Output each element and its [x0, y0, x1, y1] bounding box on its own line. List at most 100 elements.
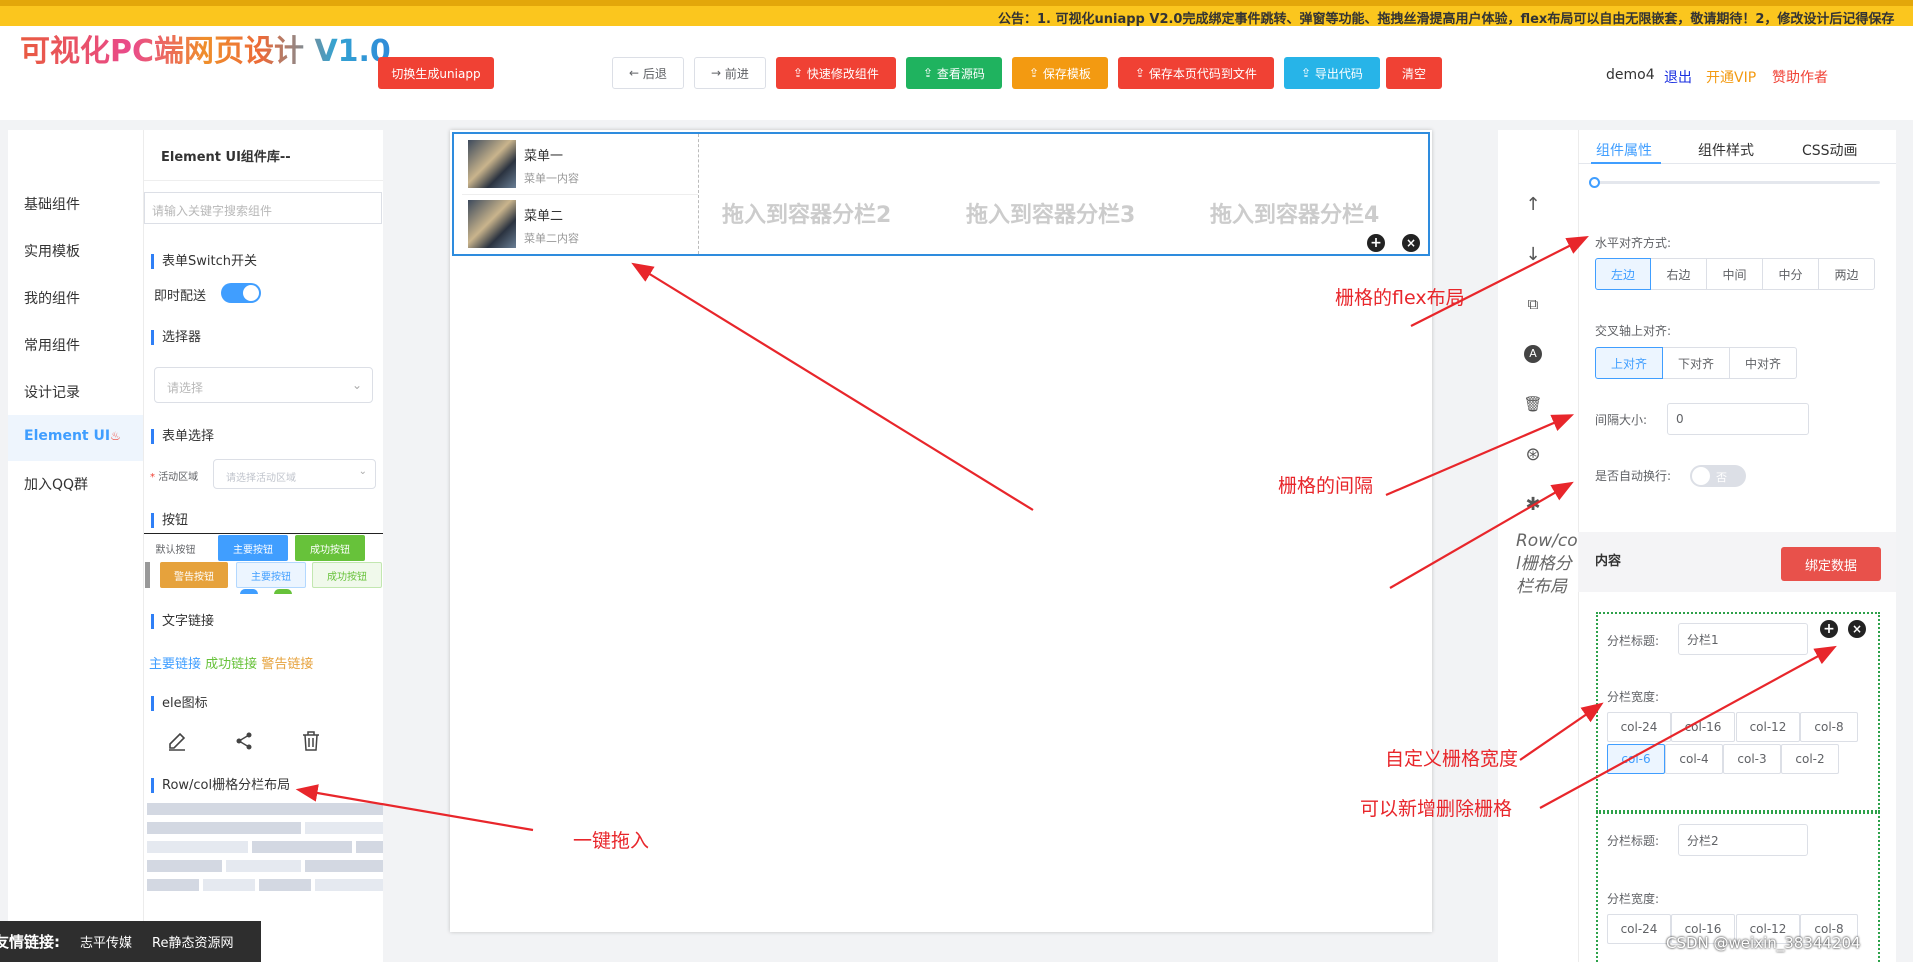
width-col-8[interactable]: col-8 [1800, 712, 1858, 742]
share-icon[interactable] [233, 730, 255, 752]
nav-item-qq-group[interactable]: 加入QQ群 [24, 474, 88, 494]
friend-link[interactable]: Re静态资源网 [152, 932, 233, 951]
divider [462, 194, 698, 195]
settings-icon[interactable]: ✱ [1523, 494, 1543, 515]
success-link[interactable]: 成功链接 [205, 657, 257, 672]
drop-zone-4[interactable]: 拖入到容器分栏4 [1210, 197, 1379, 229]
gap-label: 间隔大小: [1595, 413, 1648, 427]
add-icon[interactable]: + [1367, 234, 1385, 252]
primary-link[interactable]: 主要链接 [149, 657, 201, 672]
add-col-icon[interactable]: + [1820, 620, 1838, 638]
forward-button[interactable]: → 前进 [694, 57, 766, 89]
save-file-button[interactable]: ⇪ 保存本页代码到文件 [1118, 57, 1274, 89]
section-title: 表单Switch开关 [151, 254, 257, 269]
nav-item-templates[interactable]: 实用模板 [24, 241, 80, 261]
friend-link[interactable]: 志平传媒 [80, 932, 132, 951]
v-align-bottom[interactable]: 下对齐 [1662, 347, 1730, 379]
quick-edit-button[interactable]: ⇪ 快速修改组件 [776, 57, 896, 89]
chevron-down-icon: ⌄ [351, 378, 362, 392]
delete-icon[interactable] [300, 730, 322, 752]
edit-icon[interactable] [166, 730, 188, 752]
section-title: 选择器 [151, 330, 201, 345]
nav-item-common[interactable]: 常用组件 [24, 335, 80, 355]
width-col-12[interactable]: col-12 [1736, 712, 1800, 742]
success-button[interactable]: 成功按钮 [295, 535, 365, 561]
width-col-24[interactable]: col-24 [1607, 914, 1671, 944]
section-title: 表单选择 [151, 429, 214, 444]
h-align-between[interactable]: 中分 [1762, 258, 1819, 290]
chevron-down-icon: ⌄ [358, 466, 367, 477]
form-label: * 活动区域 [150, 472, 199, 483]
delete-col-icon[interactable]: × [1848, 620, 1866, 638]
tab-properties[interactable]: 组件属性 [1596, 140, 1652, 160]
nav-item-history[interactable]: 设计记录 [24, 382, 80, 402]
warning-link[interactable]: 警告链接 [261, 657, 313, 672]
upload-icon: ⇪ [923, 66, 937, 80]
grid-col-1[interactable]: 菜单一 菜单一内容 菜单二 菜单二内容 [454, 134, 699, 254]
view-source-button[interactable]: ⇪ 查看源码 [906, 57, 1002, 89]
form-select-input[interactable]: 请选择活动区域 ⌄ [213, 459, 376, 489]
v-align-middle[interactable]: 中对齐 [1729, 347, 1797, 379]
clear-button[interactable]: 清空 [1386, 57, 1442, 89]
export-code-button[interactable]: ⇪ 导出代码 [1284, 57, 1380, 89]
nav-item-basic[interactable]: 基础组件 [24, 194, 80, 214]
username: demo4 [1606, 67, 1655, 83]
sponsor-link[interactable]: 赞助作者 [1772, 67, 1828, 87]
drop-zone-2[interactable]: 拖入到容器分栏2 [722, 197, 891, 229]
default-button[interactable]: 默认按钮 [148, 535, 203, 561]
col-title-label: 分栏标题: [1607, 834, 1660, 848]
library-search-input[interactable]: 请输入关键字搜索组件 [144, 192, 382, 224]
trash-icon[interactable]: 🗑 [1523, 394, 1543, 414]
bind-data-button[interactable]: 绑定数据 [1781, 547, 1881, 581]
move-up-icon[interactable]: ↑ [1523, 194, 1543, 215]
col-title-input[interactable]: 分栏1 [1678, 623, 1808, 655]
select-input[interactable]: 请选择 ⌄ [154, 367, 373, 403]
move-down-icon[interactable]: ↓ [1523, 244, 1543, 265]
warning-button[interactable]: 警告按钮 [160, 562, 228, 588]
upload-icon: ⇪ [1029, 66, 1043, 80]
tab-css-animation[interactable]: CSS动画 [1802, 140, 1858, 160]
app-icon[interactable]: A [1523, 344, 1543, 364]
primary-button[interactable]: 主要按钮 [218, 535, 288, 561]
logout-link[interactable]: 退出 [1664, 67, 1692, 87]
back-button[interactable]: ← 后退 [612, 57, 684, 89]
gap-input[interactable]: 0 [1667, 403, 1809, 435]
copy-icon[interactable]: ⧉ [1523, 294, 1543, 314]
v-align-top[interactable]: 上对齐 [1595, 347, 1663, 379]
nav-item-element-ui[interactable]: Element UI♨ [24, 428, 121, 444]
h-align-right[interactable]: 右边 [1650, 258, 1707, 290]
width-col-24[interactable]: col-24 [1607, 712, 1671, 742]
section-title: Row/col栅格分栏布局 [151, 778, 290, 793]
aperture-icon[interactable]: ⊛ [1523, 444, 1543, 465]
circle-button-peek [274, 589, 292, 594]
grid-row[interactable]: 菜单一 菜单一内容 菜单二 菜单二内容 拖入到容器分栏2 拖入到容器分栏3 拖入… [452, 132, 1430, 256]
width-col-4[interactable]: col-4 [1665, 744, 1723, 774]
grid-layout-preview[interactable] [147, 803, 383, 895]
col-title-input[interactable]: 分栏2 [1678, 824, 1808, 856]
annotation-drag: 一键拖入 [573, 830, 650, 852]
friend-links-bar: 友情链接: 志平传媒 Re静态资源网 [0, 921, 261, 962]
width-col-2[interactable]: col-2 [1781, 744, 1839, 774]
nav-item-my-components[interactable]: 我的组件 [24, 288, 80, 308]
close-icon[interactable]: × [1402, 234, 1420, 252]
slider-handle[interactable] [1589, 177, 1600, 188]
vip-link[interactable]: 开通VIP [1706, 67, 1756, 87]
drop-zone-3[interactable]: 拖入到容器分栏3 [966, 197, 1135, 229]
wrap-toggle[interactable]: 否 [1690, 465, 1746, 487]
h-align-around[interactable]: 两边 [1818, 258, 1875, 290]
width-col-6[interactable]: col-6 [1607, 744, 1665, 774]
switch-toggle[interactable] [221, 283, 261, 303]
width-col-3[interactable]: col-3 [1723, 744, 1781, 774]
success-plain-button[interactable]: 成功按钮 [312, 562, 382, 588]
width-col-16[interactable]: col-16 [1671, 712, 1735, 742]
primary-plain-button[interactable]: 主要按钮 [236, 562, 306, 588]
slider-track[interactable] [1596, 181, 1880, 184]
h-align-left[interactable]: 左边 [1595, 258, 1651, 290]
save-template-button[interactable]: ⇪ 保存模板 [1012, 57, 1108, 89]
switch-uniapp-button[interactable]: 切换生成uniapp [378, 57, 494, 89]
h-align-center[interactable]: 中间 [1706, 258, 1763, 290]
section-title: 按钮 [151, 513, 188, 528]
notice-bar: 公告：1. 可视化uniapp V2.0完成绑定事件跳转、弹窗等功能、拖拽丝滑提… [0, 0, 1913, 26]
tab-active-bar [1591, 162, 1661, 164]
tab-styles[interactable]: 组件样式 [1698, 140, 1754, 160]
